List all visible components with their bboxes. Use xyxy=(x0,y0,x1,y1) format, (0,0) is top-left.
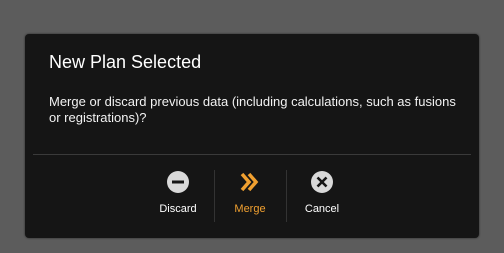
new-plan-dialog: New Plan Selected Merge or discard previ… xyxy=(25,34,479,238)
close-circle-icon xyxy=(311,171,333,193)
divider xyxy=(33,154,471,155)
merge-label: Merge xyxy=(234,203,266,215)
dialog-actions: Discard Merge Cancel xyxy=(142,164,358,228)
cancel-label: Cancel xyxy=(304,203,340,215)
double-chevron-right-icon xyxy=(240,172,259,192)
discard-button[interactable]: Discard xyxy=(142,164,214,228)
dialog-title: New Plan Selected xyxy=(49,52,202,72)
discard-label: Discard xyxy=(159,203,197,215)
minus-circle-icon xyxy=(167,171,189,193)
cancel-button[interactable]: Cancel xyxy=(286,164,358,228)
merge-button[interactable]: Merge xyxy=(214,164,286,228)
dialog-message: Merge or discard previous data (includin… xyxy=(49,94,456,125)
